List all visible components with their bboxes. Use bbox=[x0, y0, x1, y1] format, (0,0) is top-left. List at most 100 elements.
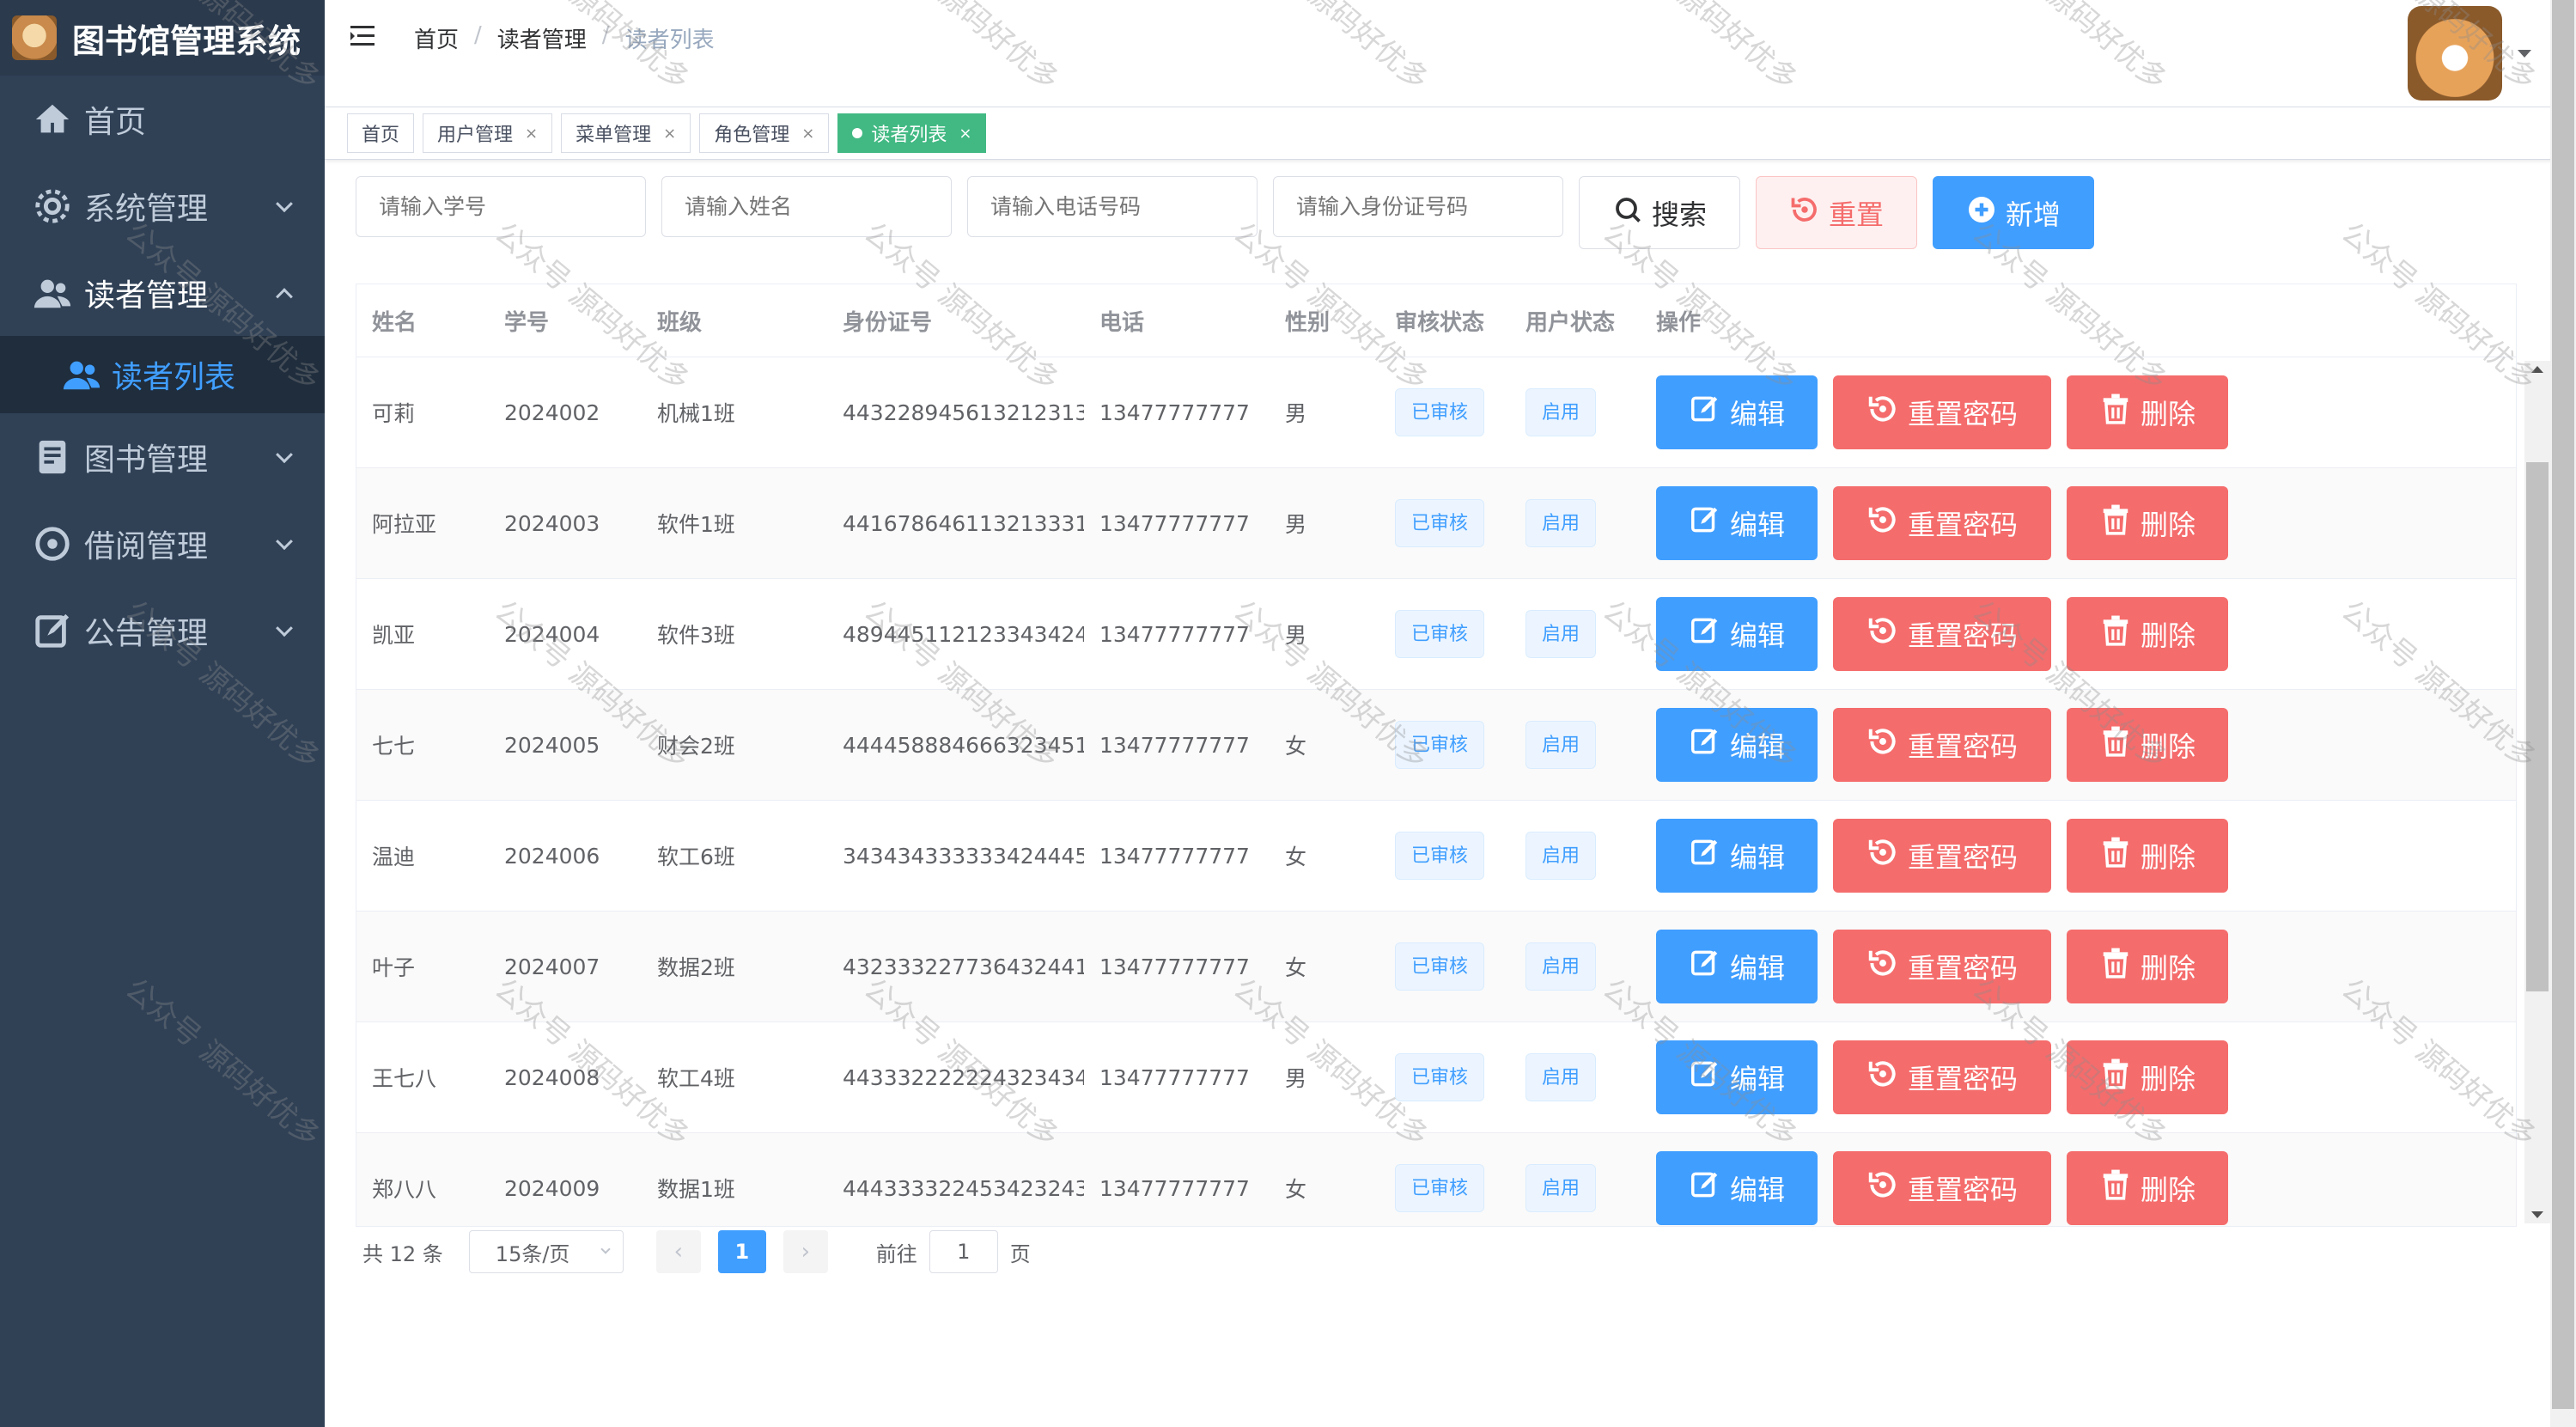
delete-button[interactable]: 删除 bbox=[2067, 597, 2228, 671]
tag-reader-list[interactable]: 读者列表 × bbox=[837, 113, 987, 153]
reset-password-button[interactable]: 重置密码 bbox=[1833, 1151, 2051, 1225]
close-icon[interactable]: × bbox=[663, 125, 676, 143]
page-scrollbar[interactable] bbox=[2550, 0, 2576, 1427]
scroll-down-icon[interactable] bbox=[2531, 1211, 2543, 1218]
reset-password-label: 重置密码 bbox=[1907, 619, 2018, 652]
edit-button[interactable]: 编辑 bbox=[1656, 375, 1818, 449]
cell-name: 叶子 bbox=[372, 955, 416, 980]
reset-password-button[interactable]: 重置密码 bbox=[1833, 486, 2051, 560]
reset-button[interactable]: 重置 bbox=[1756, 176, 1917, 249]
reset-password-button[interactable]: 重置密码 bbox=[1833, 1040, 2051, 1114]
gear-icon bbox=[31, 185, 74, 228]
cell-id-card: 444333322453423243 bbox=[843, 1175, 1084, 1201]
tag-label: 用户管理 bbox=[437, 125, 514, 146]
cell-name: 郑八八 bbox=[372, 1177, 437, 1202]
cell-student-id: 2024006 bbox=[504, 843, 600, 869]
table-row: 七七 2024005 财会2班 444458884666323451 13477… bbox=[356, 690, 2516, 801]
sidebar-item-reader-list[interactable]: 读者列表 bbox=[0, 336, 325, 413]
cell-actions: 编辑 重置密码 删除 bbox=[1641, 819, 2465, 893]
edit-button-label: 编辑 bbox=[1729, 398, 1785, 430]
page-scroll-thumb[interactable] bbox=[2552, 0, 2574, 1409]
breadcrumb: 首页 / 读者管理 / 读者列表 bbox=[414, 22, 715, 54]
edit-button-label: 编辑 bbox=[1729, 1174, 1785, 1206]
tag-home[interactable]: 首页 bbox=[347, 113, 415, 153]
phone-input[interactable] bbox=[967, 176, 1258, 237]
name-input[interactable] bbox=[661, 176, 952, 237]
cell-audit-status: 已审核 bbox=[1379, 1053, 1510, 1101]
sidebar-item-borrow[interactable]: 借阅管理 bbox=[0, 500, 325, 587]
delete-button[interactable]: 删除 bbox=[2067, 708, 2228, 782]
close-icon[interactable]: × bbox=[959, 125, 971, 143]
edit-button[interactable]: 编辑 bbox=[1656, 930, 1818, 1003]
audit-status-badge: 已审核 bbox=[1395, 499, 1485, 547]
delete-button[interactable]: 删除 bbox=[2067, 375, 2228, 449]
delete-button[interactable]: 删除 bbox=[2067, 930, 2228, 1003]
delete-button[interactable]: 删除 bbox=[2067, 1040, 2228, 1114]
page-size-select[interactable]: 15条/页 bbox=[468, 1230, 624, 1273]
sidebar-item-notice[interactable]: 公告管理 bbox=[0, 587, 325, 674]
sidebar-item-home[interactable]: 首页 bbox=[0, 76, 325, 162]
tag-role-management[interactable]: 角色管理 × bbox=[699, 113, 830, 153]
cell-class: 财会2班 bbox=[657, 734, 735, 759]
cell-id-card: 443332222224323434 bbox=[843, 1064, 1084, 1090]
cell-class: 软工4班 bbox=[657, 1066, 735, 1091]
close-icon[interactable]: × bbox=[525, 125, 538, 143]
delete-button[interactable]: 删除 bbox=[2067, 819, 2228, 893]
header-name: 姓名 bbox=[372, 309, 417, 336]
edit-button[interactable]: 编辑 bbox=[1656, 819, 1818, 893]
tag-label: 首页 bbox=[362, 125, 400, 146]
edit-button[interactable]: 编辑 bbox=[1656, 1040, 1818, 1114]
edit-button[interactable]: 编辑 bbox=[1656, 708, 1818, 782]
chevron-up-icon bbox=[276, 287, 293, 305]
id-card-input[interactable] bbox=[1273, 176, 1563, 237]
close-icon[interactable]: × bbox=[801, 125, 814, 143]
prev-page-button[interactable]: ‹ bbox=[655, 1230, 701, 1273]
sidebar-item-readers[interactable]: 读者管理 bbox=[0, 249, 325, 336]
table-row: 温迪 2024006 软工6班 343434333333424445 13477… bbox=[356, 801, 2516, 912]
breadcrumb-home[interactable]: 首页 bbox=[414, 22, 459, 54]
delete-button[interactable]: 删除 bbox=[2067, 486, 2228, 560]
scroll-up-icon[interactable] bbox=[2531, 366, 2543, 373]
next-page-button[interactable]: › bbox=[783, 1230, 828, 1273]
edit-icon bbox=[1689, 725, 1721, 765]
cell-student-id: 2024005 bbox=[504, 732, 600, 758]
delete-button[interactable]: 删除 bbox=[2067, 1151, 2228, 1225]
reset-password-button[interactable]: 重置密码 bbox=[1833, 930, 2051, 1003]
refresh-icon bbox=[1867, 947, 1899, 986]
cell-user-status: 启用 bbox=[1510, 721, 1641, 769]
reset-password-label: 重置密码 bbox=[1907, 1174, 2018, 1206]
search-button[interactable]: 搜索 bbox=[1579, 176, 1740, 249]
sidebar-item-system[interactable]: 系统管理 bbox=[0, 162, 325, 249]
cell-name: 温迪 bbox=[372, 845, 416, 869]
reset-password-button[interactable]: 重置密码 bbox=[1833, 375, 2051, 449]
header-student-id: 学号 bbox=[504, 309, 550, 336]
breadcrumb-readers[interactable]: 读者管理 bbox=[497, 22, 587, 54]
reset-password-button[interactable]: 重置密码 bbox=[1833, 597, 2051, 671]
sidebar-item-books[interactable]: 图书管理 bbox=[0, 413, 325, 500]
edit-button[interactable]: 编辑 bbox=[1656, 1151, 1818, 1225]
hamburger-icon[interactable] bbox=[350, 24, 378, 48]
cell-phone: 13477777777 bbox=[1099, 1175, 1250, 1201]
reset-password-button[interactable]: 重置密码 bbox=[1833, 708, 2051, 782]
reset-password-button[interactable]: 重置密码 bbox=[1833, 819, 2051, 893]
audit-status-badge: 已审核 bbox=[1395, 721, 1485, 769]
goto-page-input[interactable]: 1 bbox=[929, 1230, 998, 1273]
sidebar-item-label: 读者管理 bbox=[84, 277, 209, 314]
add-button[interactable]: 新增 bbox=[1933, 176, 2094, 249]
tag-user-management[interactable]: 用户管理 × bbox=[423, 113, 553, 153]
chevron-down-icon bbox=[276, 194, 293, 212]
edit-button[interactable]: 编辑 bbox=[1656, 486, 1818, 560]
delete-button-label: 删除 bbox=[2140, 619, 2195, 652]
scroll-thumb[interactable] bbox=[2526, 462, 2549, 991]
tag-menu-management[interactable]: 菜单管理 × bbox=[561, 113, 691, 153]
cell-phone: 13477777777 bbox=[1099, 843, 1250, 869]
edit-button-label: 编辑 bbox=[1729, 619, 1785, 652]
student-id-input[interactable] bbox=[356, 176, 646, 237]
table-scrollbar[interactable] bbox=[2524, 361, 2550, 1223]
edit-button[interactable]: 编辑 bbox=[1656, 597, 1818, 671]
audit-status-badge: 已审核 bbox=[1395, 1053, 1485, 1101]
app-title: 图书馆管理系统 bbox=[72, 21, 301, 60]
caret-down-icon[interactable] bbox=[2518, 50, 2531, 58]
avatar[interactable] bbox=[2408, 6, 2502, 101]
page-number-current[interactable]: 1 bbox=[717, 1230, 766, 1273]
